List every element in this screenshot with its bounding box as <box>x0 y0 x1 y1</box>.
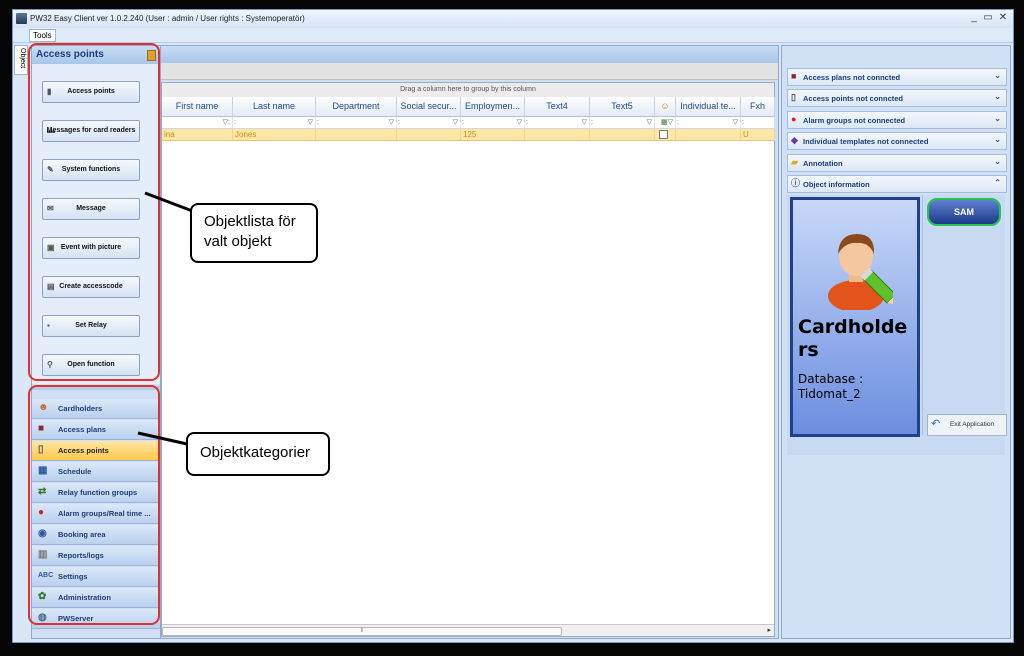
callout-object-categories-text: Objektkategorier <box>200 444 311 461</box>
callout-lines <box>137 191 196 446</box>
callout-object-categories: Objektkategorier <box>186 432 330 476</box>
callout-line-categories <box>137 431 188 446</box>
callout-line-list <box>144 191 196 214</box>
callout-object-list-line1: Objektlista för <box>204 213 296 230</box>
callout-object-list-line2: valt objekt <box>204 233 272 250</box>
callout-object-list: Objektlista för valt objekt <box>190 203 318 263</box>
